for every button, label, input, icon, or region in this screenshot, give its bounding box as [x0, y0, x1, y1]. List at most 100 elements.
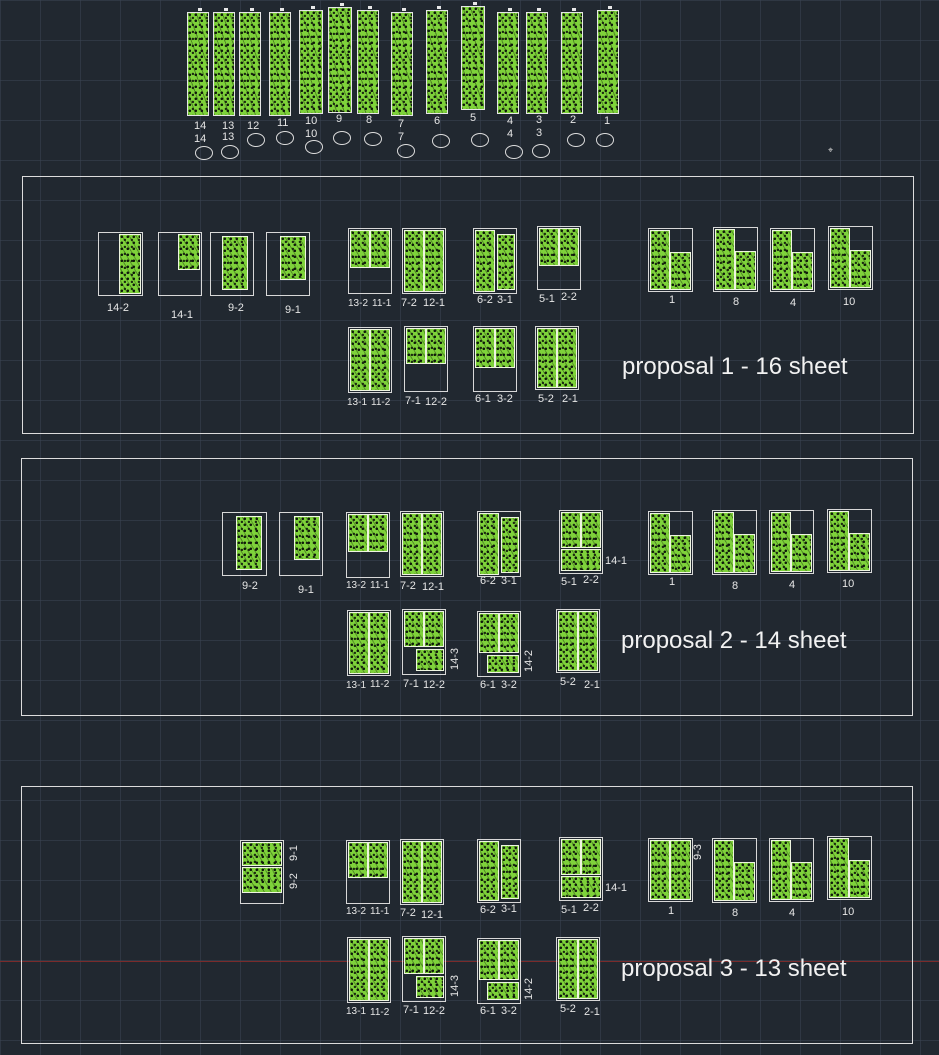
sheet-label: 13-2	[348, 298, 369, 309]
piece	[670, 840, 691, 900]
sheet-label: 12-1	[423, 297, 446, 309]
top-piece-12[interactable]	[239, 12, 261, 116]
top-piece-9[interactable]	[328, 7, 352, 113]
top-piece-2[interactable]	[561, 12, 583, 114]
proposal-title: proposal 1 - 16 sheet	[622, 353, 848, 380]
sheet-label: 5-1	[539, 293, 555, 305]
piece	[578, 939, 598, 999]
piece	[849, 860, 870, 898]
ellipse-marker	[221, 145, 239, 159]
sheet-label: 7-2	[400, 580, 416, 592]
top-sublabel: 14	[194, 133, 207, 145]
top-piece-14[interactable]	[187, 12, 209, 116]
sheet-label: 1	[669, 294, 676, 306]
piece	[772, 230, 792, 290]
piece	[734, 534, 755, 573]
top-piece-3[interactable]	[526, 12, 548, 114]
piece	[422, 513, 442, 575]
piece	[242, 842, 282, 866]
piece	[735, 251, 756, 290]
ellipse-marker	[432, 134, 450, 148]
tick-mark	[311, 6, 315, 9]
piece	[581, 839, 601, 875]
top-label: 5	[470, 112, 477, 124]
piece	[734, 862, 755, 901]
piece	[561, 512, 581, 548]
sheet-label: 5-1	[561, 576, 577, 588]
sheet-label: 5-1	[561, 904, 577, 916]
piece	[416, 649, 444, 671]
sheet-label: 13-1	[346, 1006, 367, 1017]
piece	[479, 613, 499, 653]
sheet-label: 2-2	[561, 291, 577, 303]
piece	[487, 982, 519, 1000]
sheet-label: 6-1	[475, 393, 491, 405]
piece	[829, 838, 849, 898]
piece	[424, 230, 444, 292]
piece	[479, 940, 499, 980]
sheet-label: 12-2	[423, 679, 446, 691]
top-piece-5[interactable]	[461, 6, 485, 110]
top-piece-1[interactable]	[597, 10, 619, 114]
top-piece-6[interactable]	[426, 10, 448, 114]
piece	[487, 655, 519, 673]
piece	[236, 516, 262, 570]
sheet-label: 12-2	[423, 1005, 446, 1017]
top-piece-7[interactable]	[391, 12, 413, 116]
piece	[559, 228, 579, 266]
top-label: 12	[247, 120, 260, 132]
piece	[561, 839, 581, 875]
ellipse-marker	[195, 146, 213, 160]
piece	[404, 938, 424, 974]
sheet-label: 9-3	[692, 844, 704, 860]
sheet-label: 2-1	[584, 1006, 600, 1018]
piece	[537, 328, 557, 388]
top-piece-10[interactable]	[299, 10, 323, 114]
top-piece-11[interactable]	[269, 12, 291, 116]
top-label: 8	[366, 114, 373, 126]
ellipse-marker	[505, 145, 523, 159]
top-piece-4[interactable]	[497, 12, 519, 114]
sheet-label: 12-1	[421, 909, 444, 921]
sheet-label: 7-1	[405, 395, 421, 407]
piece	[501, 845, 519, 899]
sheet-label: 13-1	[347, 397, 368, 408]
sheet-label: 10	[843, 296, 856, 308]
sheet-label: 4	[789, 907, 796, 919]
piece	[402, 841, 422, 903]
piece	[370, 329, 390, 391]
tick-mark	[473, 2, 477, 5]
sheet-label: 14-3	[449, 647, 461, 670]
piece	[791, 862, 812, 900]
piece	[368, 514, 388, 552]
piece	[791, 534, 812, 572]
top-piece-13[interactable]	[213, 12, 235, 116]
top-label: 10	[305, 115, 318, 127]
sheet-label: 7-1	[403, 1004, 419, 1016]
sheet-label: 8	[733, 296, 740, 308]
piece	[416, 976, 444, 998]
top-label: 4	[507, 115, 514, 127]
piece	[501, 517, 519, 573]
ellipse-marker	[247, 133, 265, 147]
sheet-label: 11-2	[370, 679, 390, 690]
ellipse-marker	[532, 144, 550, 158]
sheet-label: 11-2	[370, 1007, 390, 1018]
sheet-label: 10	[842, 906, 855, 918]
sheet-label: 2-1	[584, 679, 600, 691]
sheet-label: 2-2	[583, 574, 599, 586]
piece	[792, 252, 813, 290]
piece	[830, 228, 850, 288]
top-label: 9	[336, 113, 343, 125]
piece	[650, 840, 670, 900]
piece	[499, 940, 519, 980]
piece	[578, 611, 598, 671]
top-piece-8[interactable]	[357, 10, 379, 114]
piece	[424, 938, 444, 974]
sheet-label: 5-2	[560, 676, 576, 688]
piece	[222, 236, 248, 290]
ellipse-marker	[305, 140, 323, 154]
piece	[404, 230, 424, 292]
tick-mark	[402, 8, 406, 11]
sheet-label: 1	[669, 576, 676, 588]
